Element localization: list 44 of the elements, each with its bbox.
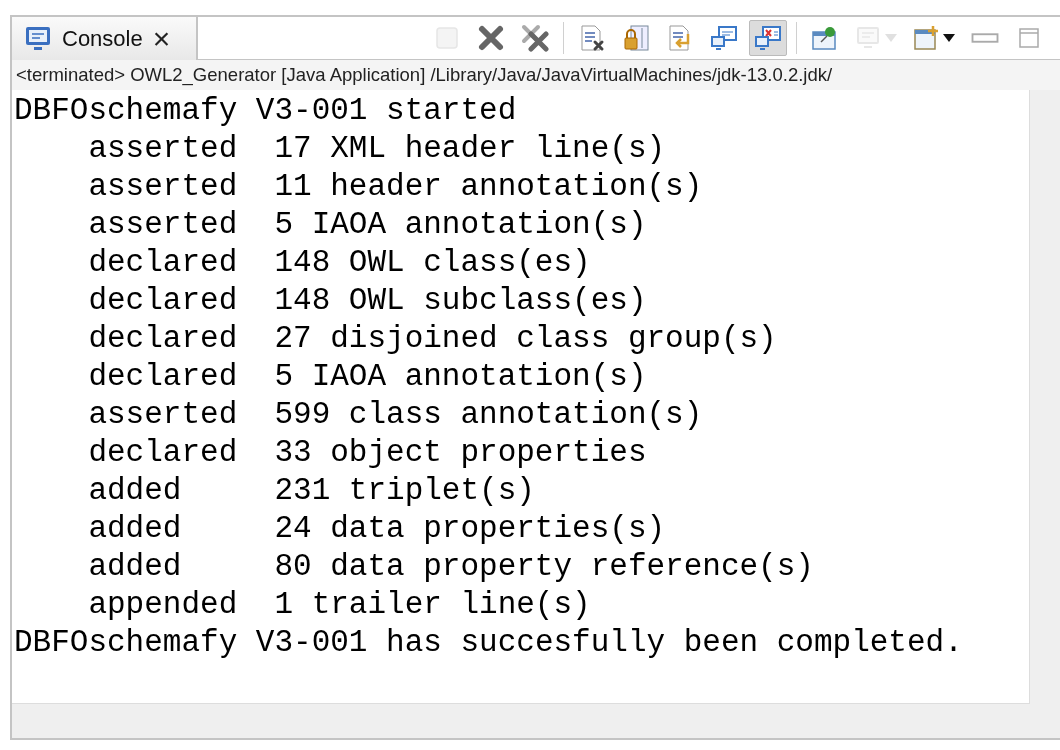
- console-verb: appended: [88, 586, 239, 624]
- console-detail: 80 data property reference(s): [274, 548, 814, 586]
- tab-title: Console: [62, 25, 143, 52]
- console-detail: 148 OWL class(es): [274, 244, 591, 282]
- minimize-icon: [971, 33, 999, 43]
- console-verb: declared: [88, 434, 239, 472]
- console-detail: 24 data properties(s): [274, 510, 666, 548]
- console-detail: 5 IAOA annotation(s): [274, 358, 647, 396]
- console-line: DBFOschemafy V3-001 has succesfully been completed.: [14, 624, 963, 662]
- console-detail: 11 header annotation(s): [274, 168, 703, 206]
- caret-icon[interactable]: [943, 34, 955, 42]
- console-message-icon: [710, 24, 738, 52]
- console-verb: asserted: [88, 206, 239, 244]
- console-detail: 33 object properties: [274, 434, 647, 472]
- console-verb: added: [88, 548, 183, 586]
- process-label: <terminated> OWL2_Generator [Java Application] /Library/Java/JavaVirtualMachines/jdk-13.0.2.jdk/: [12, 60, 1060, 90]
- double-close-icon: [521, 24, 549, 52]
- console-error-icon: [754, 24, 782, 52]
- stop-icon: [433, 24, 461, 52]
- pin-icon: [811, 24, 839, 52]
- new-window-icon: [913, 24, 941, 52]
- console-detail: 599 class annotation(s): [274, 396, 703, 434]
- console-detail: 148 OWL subclass(es): [274, 282, 647, 320]
- console-detail: 1 trailer line(s): [274, 586, 591, 624]
- close-icon[interactable]: ×: [152, 23, 171, 54]
- console-detail: 231 triplet(s): [274, 472, 535, 510]
- console-verb: asserted: [88, 396, 239, 434]
- console-verb: declared: [88, 282, 239, 320]
- console-icon: [24, 24, 52, 53]
- console-verb: declared: [88, 358, 239, 396]
- lock-icon: [622, 24, 650, 52]
- console-line: DBFOschemafy V3-001 started: [14, 92, 517, 130]
- console-verb: added: [88, 472, 183, 510]
- document-clear-icon: [578, 24, 606, 52]
- console-detail: 5 IAOA annotation(s): [274, 206, 647, 244]
- console-verb: declared: [88, 244, 239, 282]
- console-verb: declared: [88, 320, 239, 358]
- console-detail: 17 XML header line(s): [274, 130, 666, 168]
- console-verb: added: [88, 510, 183, 548]
- console-verb: asserted: [88, 168, 239, 206]
- console-verb: asserted: [88, 130, 239, 168]
- close-icon: [477, 24, 505, 52]
- console-tab[interactable]: Console ×: [12, 17, 198, 60]
- console-detail: 27 disjoined class group(s): [274, 320, 777, 358]
